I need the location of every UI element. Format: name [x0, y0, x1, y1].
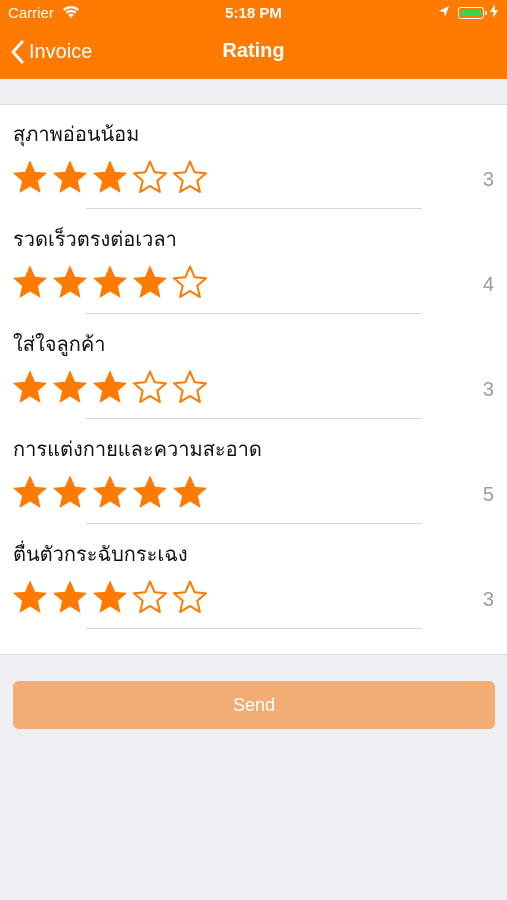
charging-icon — [490, 4, 498, 21]
star-filled-icon[interactable] — [92, 579, 128, 615]
star-rating[interactable] — [12, 579, 212, 615]
star-rating[interactable] — [12, 159, 212, 195]
star-filled-icon[interactable] — [92, 474, 128, 510]
divider — [86, 313, 422, 314]
star-empty-icon[interactable] — [132, 579, 168, 615]
star-filled-icon[interactable] — [92, 159, 128, 195]
rating-score: 3 — [482, 379, 494, 401]
star-filled-icon[interactable] — [92, 264, 128, 300]
star-empty-icon[interactable] — [172, 264, 208, 300]
star-filled-icon[interactable] — [52, 264, 88, 300]
star-rating[interactable] — [12, 474, 212, 510]
rating-item: ใส่ใจลูกค้า 3 — [0, 315, 507, 420]
divider — [86, 628, 422, 629]
page-title: Rating — [222, 40, 285, 62]
send-button[interactable]: Send — [13, 681, 495, 729]
star-empty-icon[interactable] — [172, 159, 208, 195]
star-filled-icon[interactable] — [172, 474, 208, 510]
star-rating[interactable] — [12, 369, 212, 405]
star-empty-icon[interactable] — [172, 579, 208, 615]
star-filled-icon[interactable] — [52, 159, 88, 195]
rating-label: รวดเร็วตรงต่อเวลา — [13, 229, 177, 251]
divider — [86, 208, 422, 209]
star-empty-icon[interactable] — [132, 159, 168, 195]
star-filled-icon[interactable] — [12, 264, 48, 300]
rating-score: 4 — [482, 274, 494, 296]
star-filled-icon[interactable] — [52, 474, 88, 510]
rating-label: ตื่นตัวกระฉับกระเฉง — [13, 544, 188, 566]
rating-label: สุภาพอ่อนน้อม — [13, 124, 140, 146]
star-filled-icon[interactable] — [132, 474, 168, 510]
star-filled-icon[interactable] — [52, 369, 88, 405]
rating-item: รวดเร็วตรงต่อเวลา 4 — [0, 210, 507, 315]
star-filled-icon[interactable] — [12, 579, 48, 615]
rating-label: การแต่งกายและความสะอาด — [13, 439, 262, 461]
rating-label: ใส่ใจลูกค้า — [13, 334, 106, 356]
rating-score: 3 — [482, 589, 494, 611]
star-empty-icon[interactable] — [132, 369, 168, 405]
star-filled-icon[interactable] — [132, 264, 168, 300]
star-filled-icon[interactable] — [12, 369, 48, 405]
star-filled-icon[interactable] — [52, 579, 88, 615]
rating-list: สุภาพอ่อนน้อม 3 รวดเร็วตรงต่อเวลา 4 ใส่ใ… — [0, 104, 507, 655]
rating-score: 5 — [482, 484, 494, 506]
star-rating[interactable] — [12, 264, 212, 300]
rating-score: 3 — [482, 169, 494, 191]
status-bar: Carrier 5:18 PM — [0, 0, 507, 28]
clock: 5:18 PM — [225, 5, 282, 22]
rating-item: ตื่นตัวกระฉับกระเฉง 3 — [0, 525, 507, 630]
rating-item: สุภาพอ่อนน้อม 3 — [0, 105, 507, 210]
star-filled-icon[interactable] — [92, 369, 128, 405]
star-empty-icon[interactable] — [172, 369, 208, 405]
rating-item: การแต่งกายและความสะอาด 5 — [0, 420, 507, 525]
star-filled-icon[interactable] — [12, 159, 48, 195]
divider — [86, 418, 422, 419]
battery-icon — [458, 7, 487, 19]
divider — [86, 523, 422, 524]
star-filled-icon[interactable] — [12, 474, 48, 510]
navigation-bar: Carrier 5:18 PM Invoice Rating — [0, 0, 507, 79]
location-arrow-icon — [438, 5, 450, 23]
